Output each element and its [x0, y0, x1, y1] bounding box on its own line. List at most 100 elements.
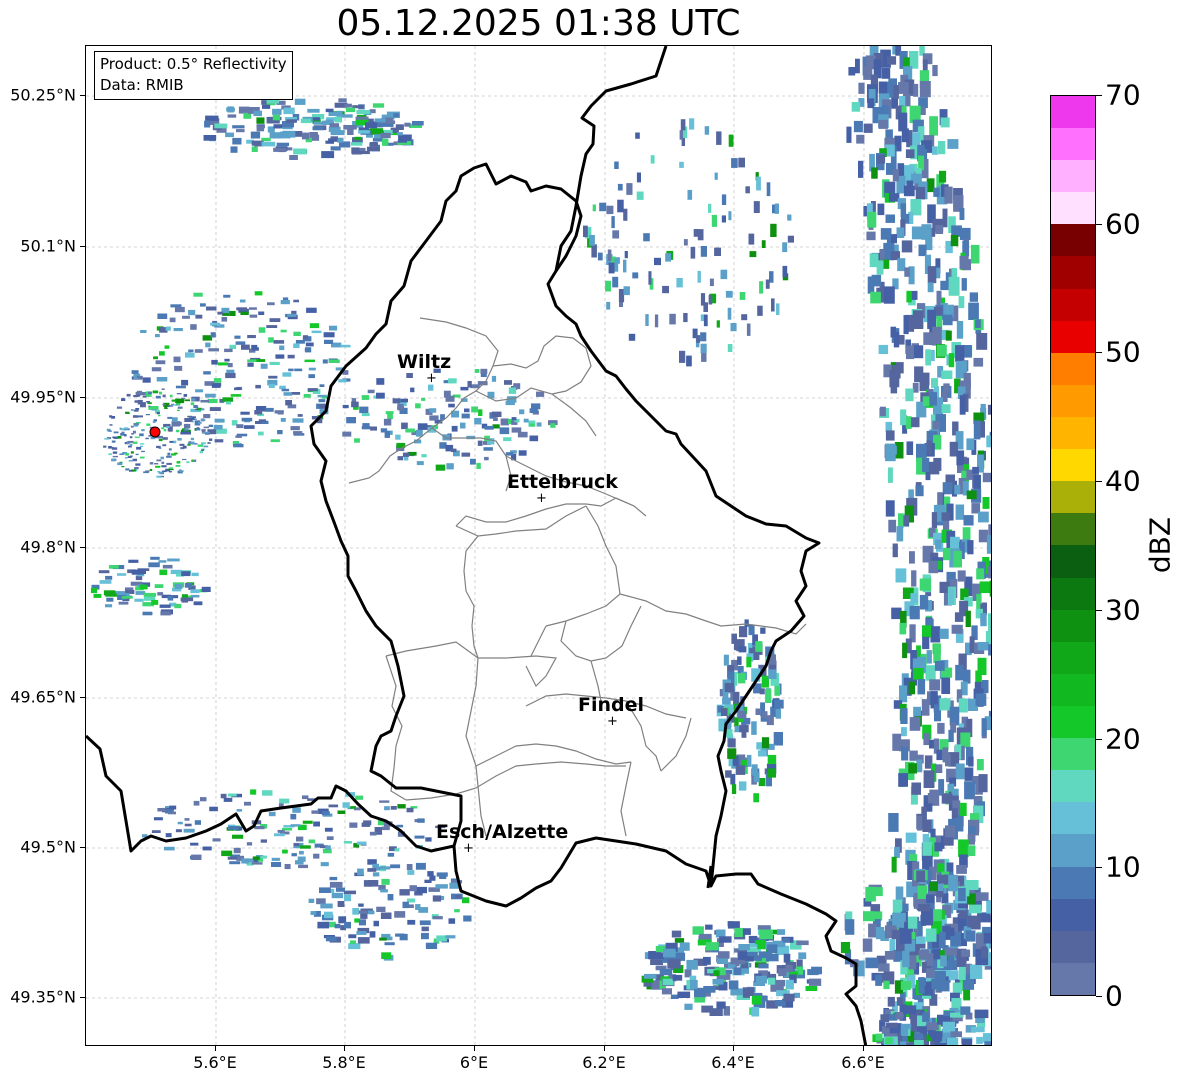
echo-cell: [611, 216, 615, 229]
echo-cell: [758, 778, 766, 787]
echo-cell: [276, 142, 289, 147]
echo-cell: [945, 330, 952, 341]
echo-cell: [492, 411, 502, 417]
echo-cell: [358, 919, 366, 926]
echo-cell: [427, 871, 434, 877]
echo-cell: [181, 397, 186, 400]
echo-cell: [807, 969, 819, 976]
echo-cell: [937, 344, 947, 357]
echo-cell: [311, 810, 320, 814]
echo-cell: [480, 368, 488, 374]
echo-cell: [346, 417, 356, 424]
echo-cell: [903, 515, 910, 527]
y-axis-label: 50.1°N: [20, 236, 76, 256]
echo-cell: [201, 443, 204, 446]
echo-cell: [253, 110, 262, 117]
echo-cell: [356, 931, 367, 935]
echo-cell: [272, 114, 281, 121]
echo-cell: [933, 644, 941, 664]
echo-cell: [739, 724, 749, 733]
echo-cell: [402, 452, 409, 457]
echo-cell: [279, 798, 290, 804]
echo-cell: [895, 886, 904, 902]
echo-cell: [121, 398, 125, 401]
echo-cell: [166, 426, 170, 428]
echo-cell: [361, 395, 370, 400]
echo-cell: [308, 898, 315, 903]
map-title: 05.12.2025 01:38 UTC: [336, 3, 741, 44]
city-label-wiltz: Wiltz: [397, 351, 452, 373]
echo-cell: [343, 890, 356, 895]
echo-cell: [294, 98, 306, 105]
echo-cell: [338, 98, 347, 103]
echo-cell: [412, 121, 424, 126]
echo-cell: [137, 394, 141, 397]
echo-cell: [964, 781, 975, 800]
echo-cell: [145, 470, 150, 473]
echo-cell: [252, 347, 259, 351]
echo-cell: [140, 330, 147, 333]
echo-cell: [385, 117, 394, 124]
echo-cell: [176, 393, 182, 395]
echo-cell: [221, 850, 233, 857]
echo-cell: [879, 406, 886, 417]
echo-cell: [474, 417, 482, 425]
echo-cell: [529, 408, 538, 413]
echo-cell: [948, 276, 960, 296]
echo-cell: [933, 187, 940, 197]
echo-cell: [140, 445, 144, 447]
echo-cell: [130, 455, 133, 457]
echo-cell: [988, 524, 991, 537]
echo-cell: [399, 889, 410, 896]
echo-cell: [165, 326, 171, 331]
echo-cell: [976, 568, 985, 580]
echo-cell: [255, 384, 261, 389]
echo-cell: [136, 375, 143, 379]
echo-cell: [367, 389, 375, 394]
radar-site-marker: [149, 426, 161, 438]
echo-cell: [195, 389, 204, 393]
colorbar-tick-label: 60: [1105, 207, 1141, 241]
echo-cell: [167, 596, 174, 601]
echo-cell: [892, 169, 899, 182]
echo-cell: [179, 469, 182, 472]
echo-cell: [207, 442, 211, 444]
echo-cell: [112, 451, 118, 454]
echo-cell: [727, 307, 732, 320]
radar-map[interactable]: Wiltz + Ettelbruck + Findel + Esch/Alzet…: [85, 45, 992, 1046]
echo-cell: [174, 365, 183, 371]
echo-cell: [918, 155, 925, 171]
echo-cell: [188, 441, 192, 444]
echo-cell: [500, 418, 509, 426]
echo-cell: [724, 683, 735, 692]
echo-cell: [942, 547, 951, 561]
echo-cell: [716, 1001, 726, 1009]
echo-cell: [901, 128, 909, 143]
city-label-findel: Findel: [578, 694, 645, 716]
echo-cell: [679, 350, 686, 363]
echo-cell: [168, 468, 174, 471]
echo-cell: [636, 172, 641, 183]
echo-cell: [135, 408, 140, 410]
echo-cell: [730, 988, 744, 996]
echo-cell: [708, 295, 713, 305]
echo-cell: [155, 360, 166, 365]
echo-cell: [167, 558, 180, 562]
echo-cell: [650, 155, 655, 164]
echo-cell: [703, 314, 708, 327]
echo-cell: [940, 117, 950, 128]
echo-cell: [211, 383, 221, 388]
echo-cell: [895, 568, 907, 583]
echo-cell: [254, 826, 265, 830]
echo-cell: [228, 826, 239, 830]
echo-cell: [162, 437, 168, 440]
echo-cell: [260, 363, 268, 369]
echo-cell: [757, 925, 771, 930]
echo-cell: [134, 598, 144, 602]
echo-cell: [973, 357, 984, 367]
echo-cell: [977, 642, 989, 651]
echo-cell: [184, 818, 190, 821]
echo-cell: [776, 303, 780, 315]
echo-cell: [958, 296, 965, 309]
echo-cell: [249, 307, 257, 310]
